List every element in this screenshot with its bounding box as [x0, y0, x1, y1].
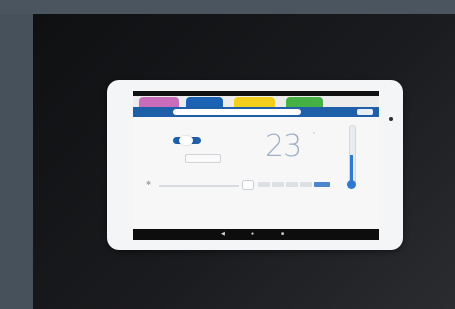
tablet-device: 23 ° ✱ ◀ ● ■	[107, 80, 403, 250]
tab-blue[interactable]	[186, 97, 223, 107]
left-frame	[0, 14, 33, 309]
thermometer-fill	[350, 155, 353, 181]
camera-dot	[389, 117, 393, 121]
tablet-screen: 23 ° ✱ ◀ ● ■	[133, 91, 379, 240]
temperature-display: 23	[265, 129, 302, 164]
thermostat-content: 23 ° ✱	[133, 117, 379, 229]
gear-icon[interactable]: ✱	[146, 180, 151, 187]
android-nav-bar: ◀ ● ■	[133, 229, 379, 240]
mode-option-active[interactable]	[314, 182, 330, 187]
degree-unit: °	[313, 132, 315, 138]
home-icon[interactable]: ●	[251, 231, 254, 237]
tab-yellow[interactable]	[234, 97, 275, 107]
mode-option-2[interactable]	[272, 182, 284, 187]
tab-pink[interactable]	[139, 97, 179, 107]
back-icon[interactable]: ◀	[221, 231, 225, 237]
tab-strip	[133, 96, 379, 107]
segment-control[interactable]	[173, 109, 301, 115]
nav-button[interactable]	[357, 109, 373, 115]
mode-option-4[interactable]	[300, 182, 312, 187]
mode-button[interactable]	[185, 154, 221, 163]
fan-icon[interactable]	[242, 180, 254, 190]
top-frame	[0, 0, 455, 14]
recents-icon[interactable]: ■	[281, 231, 284, 237]
fan-slider[interactable]	[159, 185, 239, 187]
toggle-knob[interactable]	[179, 136, 193, 145]
thermometer-bulb	[347, 180, 356, 189]
nav-bar	[133, 107, 379, 117]
mode-option-1[interactable]	[258, 182, 270, 187]
mode-option-3[interactable]	[286, 182, 298, 187]
tab-green[interactable]	[286, 97, 323, 107]
